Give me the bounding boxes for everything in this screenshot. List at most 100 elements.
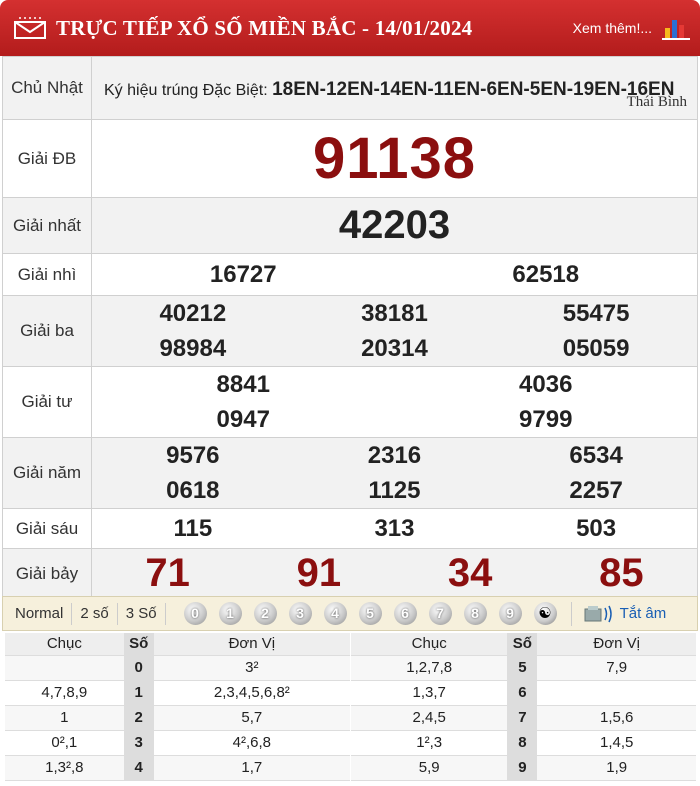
mode-2-digit-button[interactable]: 2 số — [72, 602, 118, 625]
display-toolbar: Normal 2 số 3 Số 0 1 2 3 4 5 6 7 8 9 ☯ T… — [2, 596, 698, 631]
prize-label: Giải ĐB — [2, 119, 92, 198]
chuc-cell: 1,3²,8 — [5, 755, 124, 781]
prize-number: 9799 — [519, 406, 573, 433]
digit-ball-4[interactable]: 4 — [323, 602, 347, 625]
prize-row-db: Giải ĐB 91138 — [2, 119, 698, 198]
col-header-donvi: Đơn Vị — [153, 633, 350, 656]
special-code-row: Chủ Nhật Ký hiệu trúng Đặc Biệt: 18EN-12… — [2, 56, 698, 120]
prize-row-nhat: Giải nhất 42203 — [2, 197, 698, 254]
head-digit: 4 — [123, 755, 154, 781]
table-row: 1 2 5,7 — [5, 705, 350, 731]
prize-row-nhi: Giải nhì 16727 62518 — [2, 253, 698, 296]
table-row: 4,7,8,9 1 2,3,4,5,6,8² — [5, 680, 350, 706]
toolbar-divider — [570, 601, 572, 626]
special-code-label: Ký hiệu trúng Đặc Biệt: — [104, 82, 268, 99]
weekday-label: Chủ Nhật — [2, 56, 92, 120]
prize-number: 98984 — [159, 335, 227, 362]
prize-number: 71 — [145, 551, 190, 595]
donvi-cell: 1,5,6 — [537, 705, 696, 731]
prize-label: Giải bảy — [2, 548, 92, 599]
table-row: 2,4,5 7 1,5,6 — [351, 705, 696, 731]
prize-row-nam: Giải năm 9576 2316 6534 0618 1125 2257 — [2, 437, 698, 509]
prize-number: 16727 — [209, 260, 277, 288]
prize-label: Giải năm — [2, 437, 92, 509]
digit-ball-6[interactable]: 6 — [393, 602, 417, 625]
results-table: Chủ Nhật Ký hiệu trúng Đặc Biệt: 18EN-12… — [2, 56, 698, 599]
digit-ball-7[interactable]: 7 — [428, 602, 452, 625]
bar-chart-icon[interactable] — [662, 16, 690, 40]
yin-yang-icon[interactable]: ☯ — [533, 602, 557, 625]
head-digit: 7 — [507, 705, 538, 731]
digit-ball-0[interactable]: 0 — [183, 602, 207, 625]
mode-3-digit-button[interactable]: 3 Số — [118, 602, 166, 625]
prize-number: 0947 — [216, 406, 270, 433]
special-code-value: 18EN-12EN-14EN-11EN-6EN-5EN-19EN-16EN — [272, 79, 675, 100]
mute-toggle[interactable]: Tắt âm — [584, 605, 667, 623]
digit-ball-9[interactable]: 9 — [498, 602, 522, 625]
results-header: TRỰC TIẾP XỔ SỐ MIỀN BẮC - 14/01/2024 Xe… — [0, 0, 700, 56]
prize-number: 91138 — [312, 126, 477, 191]
prize-number: 38181 — [361, 300, 428, 327]
prize-number: 4036 — [519, 371, 573, 398]
donvi-cell — [537, 680, 696, 706]
chuc-cell: 2,4,5 — [351, 705, 508, 731]
prize-number: 8841 — [216, 371, 270, 398]
prize-label: Giải tư — [2, 366, 92, 438]
loto-table-left: Chục Số Đơn Vị 0 3² 4,7,8,9 1 2,3,4,5,6,… — [5, 633, 350, 781]
prize-number: 0618 — [166, 477, 220, 504]
prize-number: 85 — [599, 551, 644, 595]
prize-row-sau: Giải sáu 115 313 503 — [2, 508, 698, 549]
prize-number: 115 — [173, 515, 213, 542]
digit-ball-1[interactable]: 1 — [218, 602, 242, 625]
table-row: 1²,3 8 1,4,5 — [351, 730, 696, 756]
head-digit: 8 — [507, 730, 538, 756]
prize-number: 42203 — [338, 203, 451, 247]
prize-number: 2257 — [569, 477, 623, 504]
mode-normal-button[interactable]: Normal — [7, 602, 73, 625]
prize-number: 1125 — [368, 477, 421, 504]
prize-number: 2316 — [367, 442, 422, 469]
prize-label: Giải sáu — [2, 508, 92, 549]
chuc-cell: 1 — [5, 705, 124, 731]
table-row: 0²,1 3 4²,6,8 — [5, 730, 350, 756]
prize-label: Giải nhất — [2, 197, 92, 254]
mute-label: Tắt âm — [619, 605, 667, 622]
donvi-cell: 1,9 — [537, 755, 696, 781]
head-digit: 1 — [123, 680, 154, 706]
prize-label: Giải ba — [2, 295, 92, 367]
head-digit: 9 — [507, 755, 538, 781]
prize-number: 55475 — [562, 300, 630, 327]
lottery-widget: TRỰC TIẾP XỔ SỐ MIỀN BẮC - 14/01/2024 Xe… — [0, 0, 700, 786]
chuc-cell: 1,2,7,8 — [351, 655, 508, 681]
col-header-chuc: Chục — [351, 633, 508, 656]
table-row: 1,2,7,8 5 7,9 — [351, 655, 696, 681]
chuc-cell: 0²,1 — [5, 730, 124, 756]
chuc-cell: 1,3,7 — [351, 680, 508, 706]
digit-filter-balls: 0 1 2 3 4 5 6 7 8 9 ☯ — [183, 602, 557, 625]
special-code-cell: Ký hiệu trúng Đặc Biệt: 18EN-12EN-14EN-1… — [91, 56, 698, 120]
province-name: Thái Bình — [626, 94, 687, 110]
table-row: 1,3²,8 4 1,7 — [5, 755, 350, 781]
prize-number: 91 — [296, 551, 342, 595]
prize-label: Giải nhì — [2, 253, 92, 296]
page-title: TRỰC TIẾP XỔ SỐ MIỀN BẮC - 14/01/2024 — [56, 15, 473, 40]
mail-icon — [14, 17, 46, 39]
donvi-cell: 1,7 — [153, 755, 350, 781]
donvi-cell: 3² — [153, 655, 350, 681]
digit-ball-8[interactable]: 8 — [463, 602, 487, 625]
prize-number: 313 — [374, 515, 415, 542]
prize-number: 6534 — [569, 442, 623, 469]
chuc-cell — [5, 655, 124, 681]
head-digit: 6 — [507, 680, 538, 706]
donvi-cell: 7,9 — [537, 655, 696, 681]
donvi-cell: 1,4,5 — [537, 730, 696, 756]
digit-ball-5[interactable]: 5 — [358, 602, 382, 625]
prize-number: 34 — [447, 551, 493, 595]
prize-row-ba: Giải ba 40212 38181 55475 98984 20314 05… — [2, 295, 698, 367]
col-header-so: Số — [507, 633, 538, 656]
digit-ball-2[interactable]: 2 — [253, 602, 277, 625]
donvi-cell: 4²,6,8 — [153, 730, 350, 756]
see-more-link[interactable]: Xem thêm!... — [573, 20, 652, 36]
digit-ball-3[interactable]: 3 — [288, 602, 312, 625]
col-header-chuc: Chục — [5, 633, 124, 656]
